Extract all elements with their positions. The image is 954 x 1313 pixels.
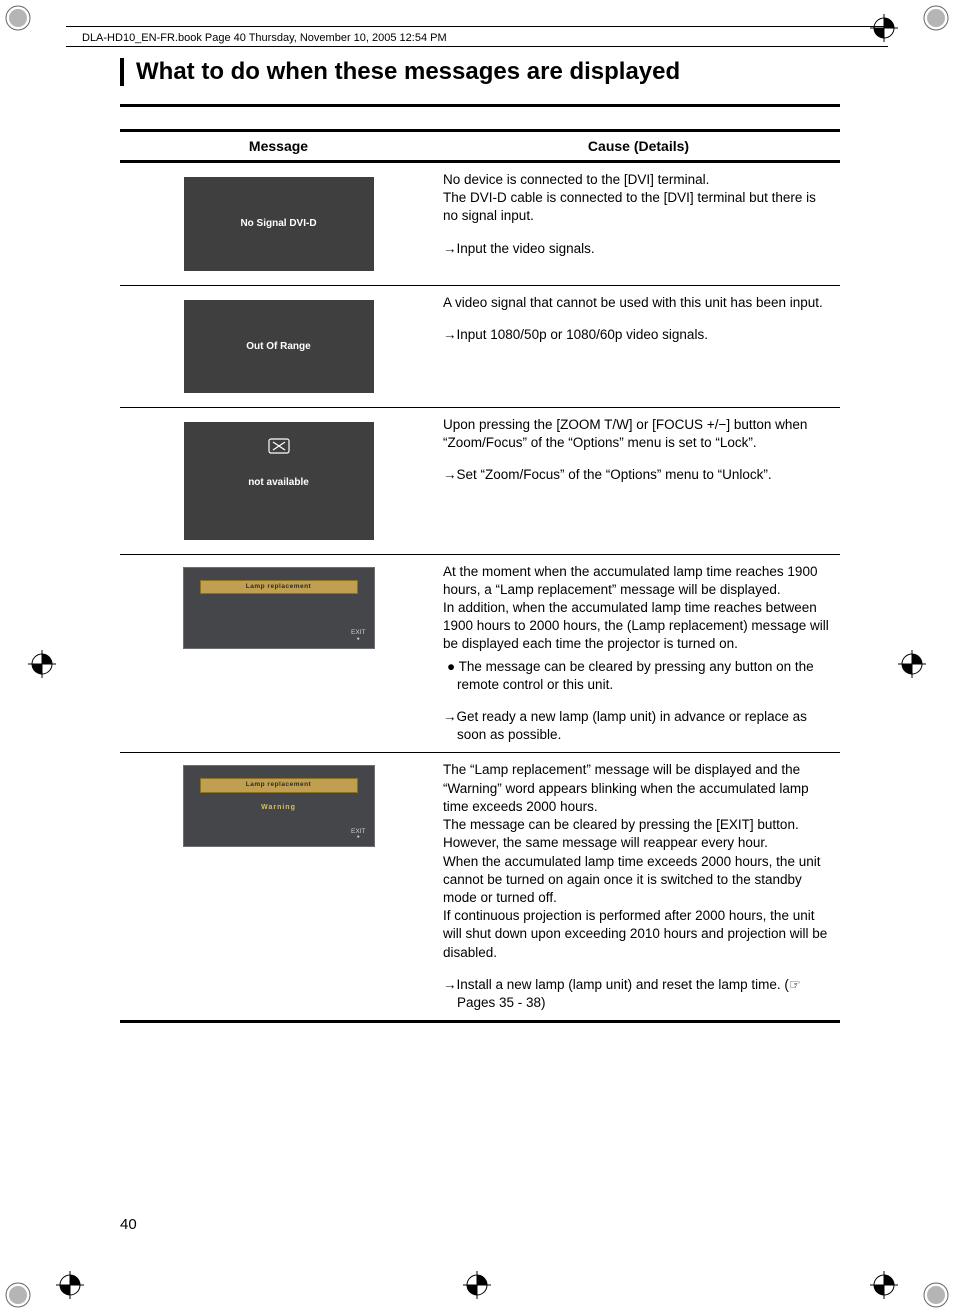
page-title-block: What to do when these messages are displ… xyxy=(120,58,840,86)
osd-message: not available xyxy=(184,422,374,540)
messages-table: Message Cause (Details) No Signal DVI-D N… xyxy=(120,132,840,1023)
registration-mark-icon xyxy=(870,1271,898,1299)
column-header-message: Message xyxy=(120,132,437,162)
cause-cell: At the moment when the accumulated lamp … xyxy=(437,554,840,753)
column-header-cause: Cause (Details) xyxy=(437,132,840,162)
cause-cell: A video signal that cannot be used with … xyxy=(437,285,840,408)
action-text: →Input the video signals. xyxy=(443,240,834,258)
note-bullet: ● The message can be cleared by pressing… xyxy=(443,658,834,694)
crop-mark-icon xyxy=(4,4,32,32)
message-cell: not available xyxy=(120,408,437,555)
registration-mark-icon xyxy=(870,14,898,42)
registration-mark-icon xyxy=(463,1271,491,1299)
registration-mark-icon xyxy=(28,650,56,678)
cause-text: No device is connected to the [DVI] term… xyxy=(443,172,816,223)
warning-label: Warning xyxy=(184,803,374,812)
page: DLA-HD10_EN-FR.book Page 40 Thursday, No… xyxy=(0,0,954,1313)
cause-cell: No device is connected to the [DVI] term… xyxy=(437,162,840,286)
cause-text: Upon pressing the [ZOOM T/W] or [FOCUS +… xyxy=(443,417,807,450)
source-file-header: DLA-HD10_EN-FR.book Page 40 Thursday, No… xyxy=(82,32,447,44)
content-area: What to do when these messages are displ… xyxy=(120,58,840,1023)
cause-cell: The “Lamp replacement” message will be d… xyxy=(437,753,840,1022)
action-text: →Install a new lamp (lamp unit) and rese… xyxy=(443,976,834,1012)
osd-message: Out Of Range xyxy=(184,300,374,394)
registration-mark-icon xyxy=(898,650,926,678)
crop-mark-icon xyxy=(4,1281,32,1309)
crop-mark-icon xyxy=(922,4,950,32)
page-number: 40 xyxy=(120,1216,137,1233)
cause-text: A video signal that cannot be used with … xyxy=(443,295,823,310)
action-text: →Set “Zoom/Focus” of the “Options” menu … xyxy=(443,466,834,484)
action-text: →Get ready a new lamp (lamp unit) in adv… xyxy=(443,708,834,744)
lamp-replacement-banner: Lamp replacement xyxy=(200,778,358,793)
action-text: →Input 1080/50p or 1080/60p video signal… xyxy=(443,326,834,344)
lamp-replacement-banner: Lamp replacement xyxy=(200,580,358,595)
exit-label: EXIT● xyxy=(351,829,365,841)
osd-dialog: Lamp replacement Warning EXIT● xyxy=(183,765,375,847)
osd-message: No Signal DVI-D xyxy=(184,177,374,271)
message-cell: Lamp replacement EXIT● xyxy=(120,554,437,753)
message-cell: Out Of Range xyxy=(120,285,437,408)
exit-label: EXIT● xyxy=(351,630,365,642)
crop-mark-icon xyxy=(922,1281,950,1309)
message-cell: No Signal DVI-D xyxy=(120,162,437,286)
registration-mark-icon xyxy=(56,1271,84,1299)
cause-text: The “Lamp replacement” message will be d… xyxy=(443,762,827,959)
page-title: What to do when these messages are displ… xyxy=(136,58,840,86)
cause-cell: Upon pressing the [ZOOM T/W] or [FOCUS +… xyxy=(437,408,840,555)
osd-dialog: Lamp replacement EXIT● xyxy=(183,567,375,649)
cause-text: At the moment when the accumulated lamp … xyxy=(443,564,829,652)
message-cell: Lamp replacement Warning EXIT● xyxy=(120,753,437,1022)
